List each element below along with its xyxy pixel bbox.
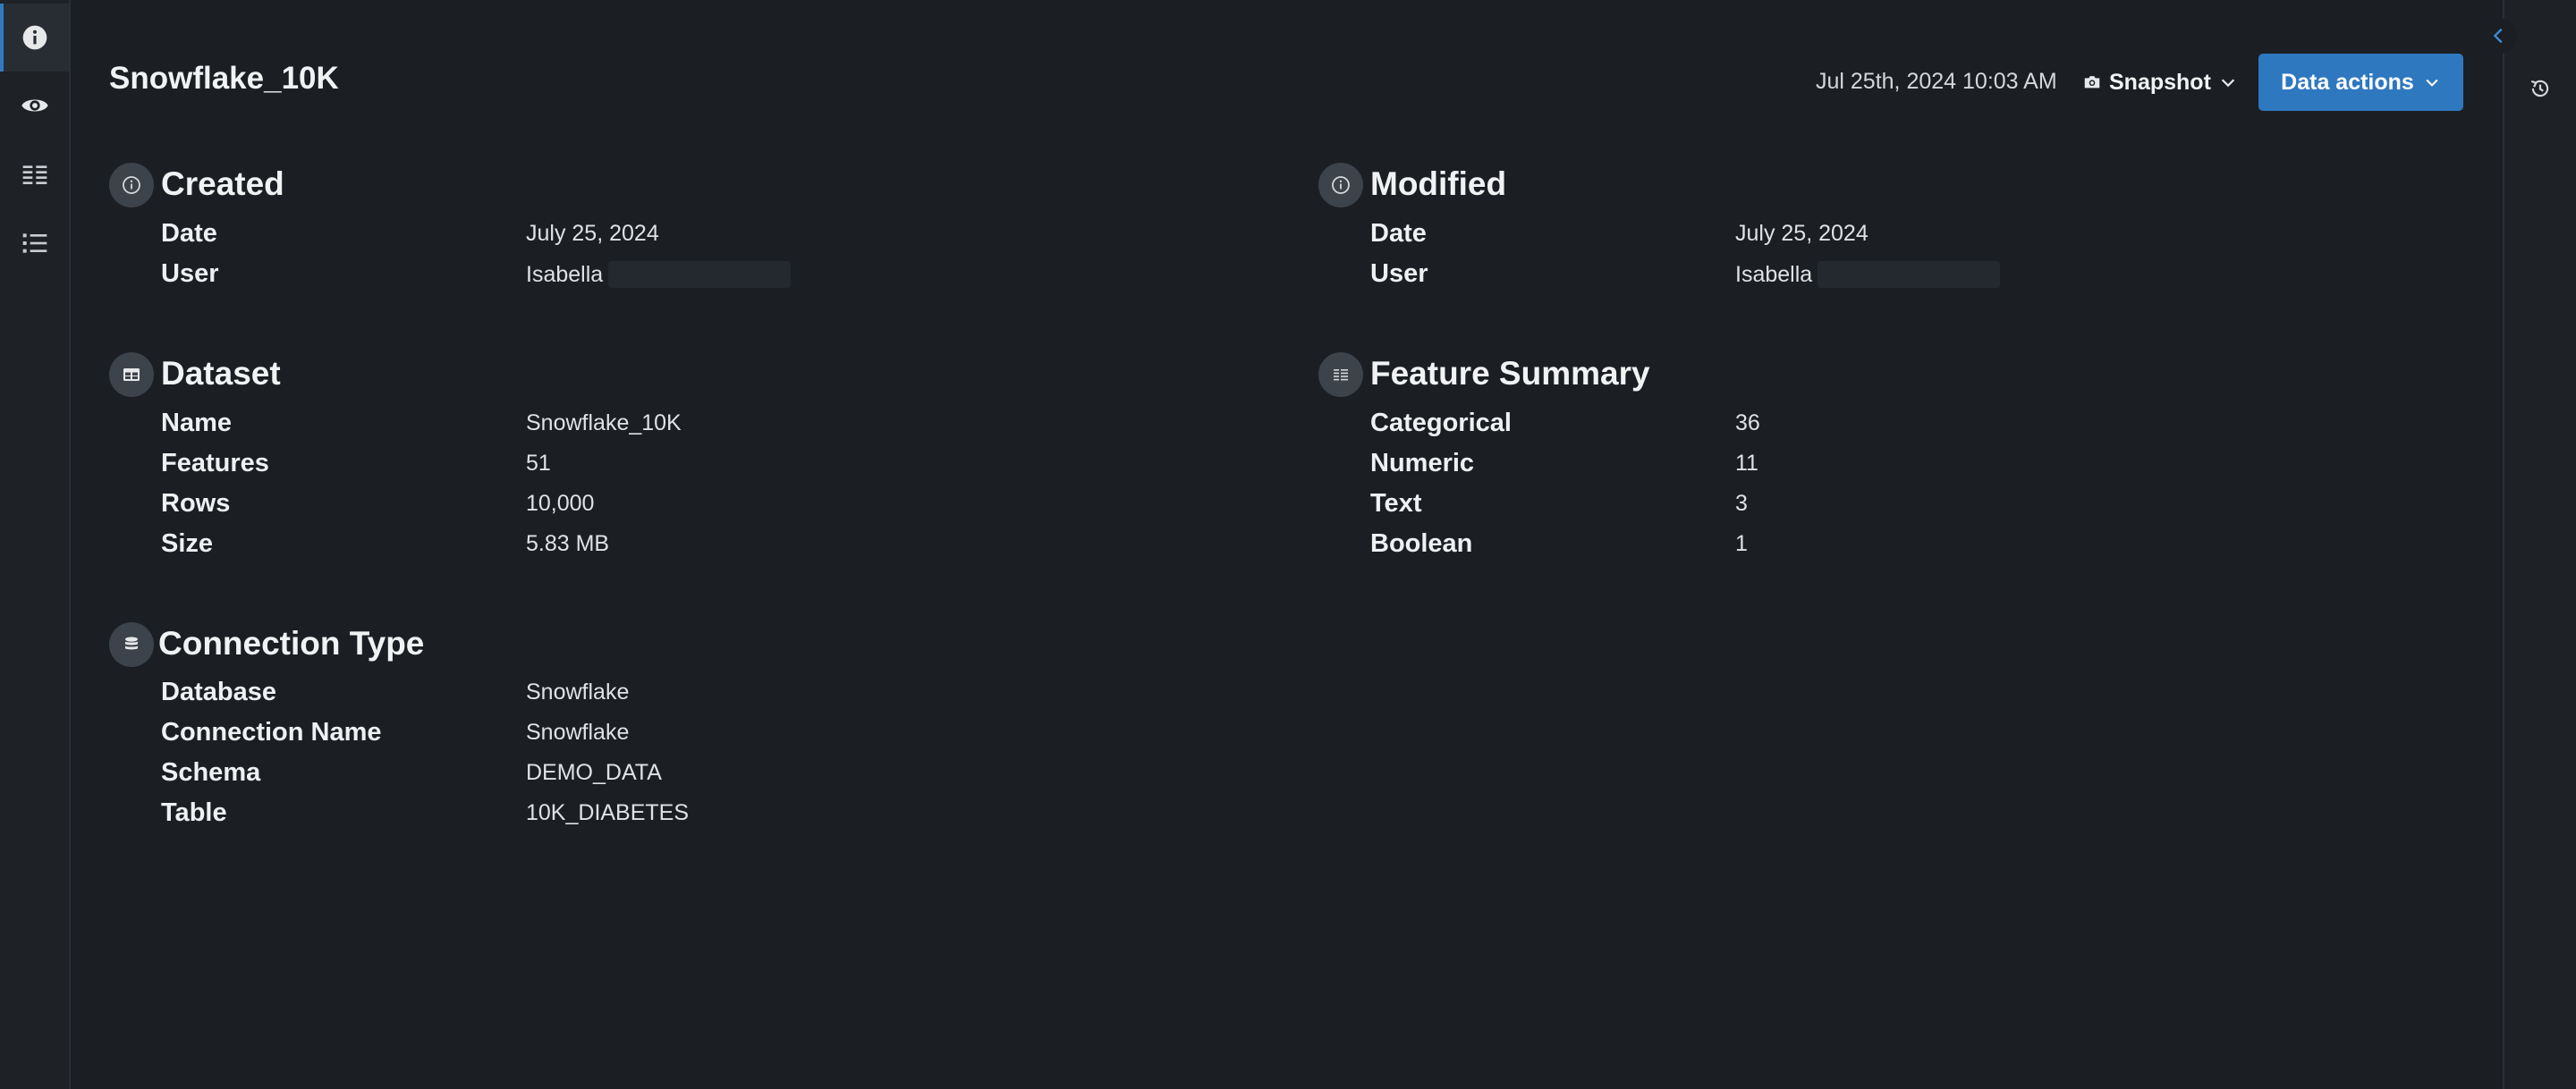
section-title: Created bbox=[161, 165, 284, 202]
redacted-text bbox=[608, 261, 792, 288]
detail-key: User bbox=[161, 259, 219, 288]
sidebar-item-preview[interactable] bbox=[0, 72, 69, 139]
chevron-down-icon bbox=[2426, 79, 2438, 87]
detail-key: User bbox=[1370, 259, 1428, 288]
detail-row: Features 51 bbox=[161, 449, 1055, 485]
detail-row: Categorical 36 bbox=[1370, 409, 2265, 444]
detail-key: Connection Name bbox=[161, 718, 382, 747]
left-sidebar bbox=[0, 0, 71, 1089]
detail-row: Table 10K_DIABETES bbox=[161, 798, 1055, 834]
chevron-left-icon bbox=[2493, 28, 2503, 44]
snapshot-label: Snapshot bbox=[2109, 69, 2211, 95]
user-name: Isabella bbox=[526, 261, 604, 287]
detail-value: 51 bbox=[526, 451, 551, 476]
detail-value: Isabella bbox=[1735, 261, 2001, 288]
detail-key: Database bbox=[161, 678, 276, 706]
history-button[interactable] bbox=[2504, 57, 2576, 120]
detail-key: Features bbox=[161, 449, 269, 477]
detail-value: 1 bbox=[1735, 531, 1748, 556]
detail-value: Snowflake bbox=[526, 680, 630, 705]
sidebar-item-info[interactable] bbox=[0, 4, 69, 72]
detail-row: User Isabella bbox=[161, 259, 1055, 295]
detail-key: Size bbox=[161, 529, 214, 558]
detail-value: July 25, 2024 bbox=[1735, 221, 1868, 246]
detail-value: July 25, 2024 bbox=[526, 221, 659, 246]
detail-value: 10,000 bbox=[526, 491, 595, 516]
detail-key: Date bbox=[1370, 219, 1427, 248]
chevron-down-icon bbox=[2221, 79, 2235, 88]
data-actions-label: Data actions bbox=[2281, 69, 2414, 95]
info-icon bbox=[22, 25, 47, 50]
detail-key: Name bbox=[161, 409, 232, 437]
section-title: Connection Type bbox=[158, 625, 425, 662]
detail-key: Rows bbox=[161, 489, 231, 518]
detail-row: Numeric 11 bbox=[1370, 449, 2265, 485]
database-icon bbox=[109, 622, 154, 667]
section-title: Modified bbox=[1370, 165, 1507, 202]
eye-icon bbox=[21, 99, 48, 112]
redacted-text bbox=[1818, 261, 2001, 288]
detail-value: 11 bbox=[1735, 451, 1758, 476]
history-icon bbox=[2530, 80, 2549, 97]
detail-key: Categorical bbox=[1370, 409, 1512, 437]
sidebar-item-list[interactable] bbox=[0, 209, 69, 277]
snapshot-dropdown[interactable]: Snapshot bbox=[2082, 64, 2238, 100]
detail-key: Table bbox=[161, 798, 227, 827]
section-title: Feature Summary bbox=[1370, 355, 1650, 392]
right-sidebar bbox=[2481, 0, 2576, 1089]
detail-key: Boolean bbox=[1370, 529, 1473, 558]
detail-key: Text bbox=[1370, 489, 1422, 518]
info-circle-icon bbox=[1318, 163, 1363, 207]
detail-row: Rows 10,000 bbox=[161, 489, 1055, 525]
columns-list-icon bbox=[1318, 352, 1363, 397]
info-circle-icon bbox=[109, 163, 154, 207]
detail-value: Isabella bbox=[526, 261, 792, 288]
detail-row: User Isabella bbox=[1370, 259, 2265, 295]
detail-key: Schema bbox=[161, 758, 261, 787]
page-title: Snowflake_10K bbox=[109, 61, 339, 96]
data-actions-button[interactable]: Data actions bbox=[2258, 54, 2463, 111]
detail-row: Text 3 bbox=[1370, 489, 2265, 525]
detail-key: Date bbox=[161, 219, 217, 248]
detail-value: Snowflake bbox=[526, 720, 630, 745]
snapshot-timestamp: Jul 25th, 2024 10:03 AM bbox=[1816, 69, 2057, 94]
detail-value: Snowflake_10K bbox=[526, 410, 682, 435]
detail-row: Size 5.83 MB bbox=[161, 529, 1055, 565]
detail-row: Connection Name Snowflake bbox=[161, 718, 1055, 754]
detail-value: 3 bbox=[1735, 491, 1748, 516]
detail-key: Numeric bbox=[1370, 449, 1475, 477]
detail-row: Database Snowflake bbox=[161, 678, 1055, 713]
detail-row: Date July 25, 2024 bbox=[161, 219, 1055, 255]
camera-icon bbox=[2084, 76, 2100, 89]
detail-value: 10K_DIABETES bbox=[526, 800, 690, 825]
detail-row: Boolean 1 bbox=[1370, 529, 2265, 565]
table-icon bbox=[109, 352, 154, 397]
columns-list-icon bbox=[22, 165, 47, 184]
detail-row: Schema DEMO_DATA bbox=[161, 758, 1055, 794]
detail-row: Date July 25, 2024 bbox=[1370, 219, 2265, 255]
detail-value: 36 bbox=[1735, 410, 1760, 435]
detail-row: Name Snowflake_10K bbox=[161, 409, 1055, 444]
sidebar-item-features[interactable] bbox=[0, 141, 69, 209]
detail-value: 5.83 MB bbox=[526, 531, 610, 556]
user-name: Isabella bbox=[1735, 261, 1813, 287]
bullet-list-icon bbox=[22, 233, 47, 253]
section-title: Dataset bbox=[161, 355, 281, 392]
collapse-panel-button[interactable] bbox=[2481, 18, 2517, 54]
detail-value: DEMO_DATA bbox=[526, 760, 662, 785]
